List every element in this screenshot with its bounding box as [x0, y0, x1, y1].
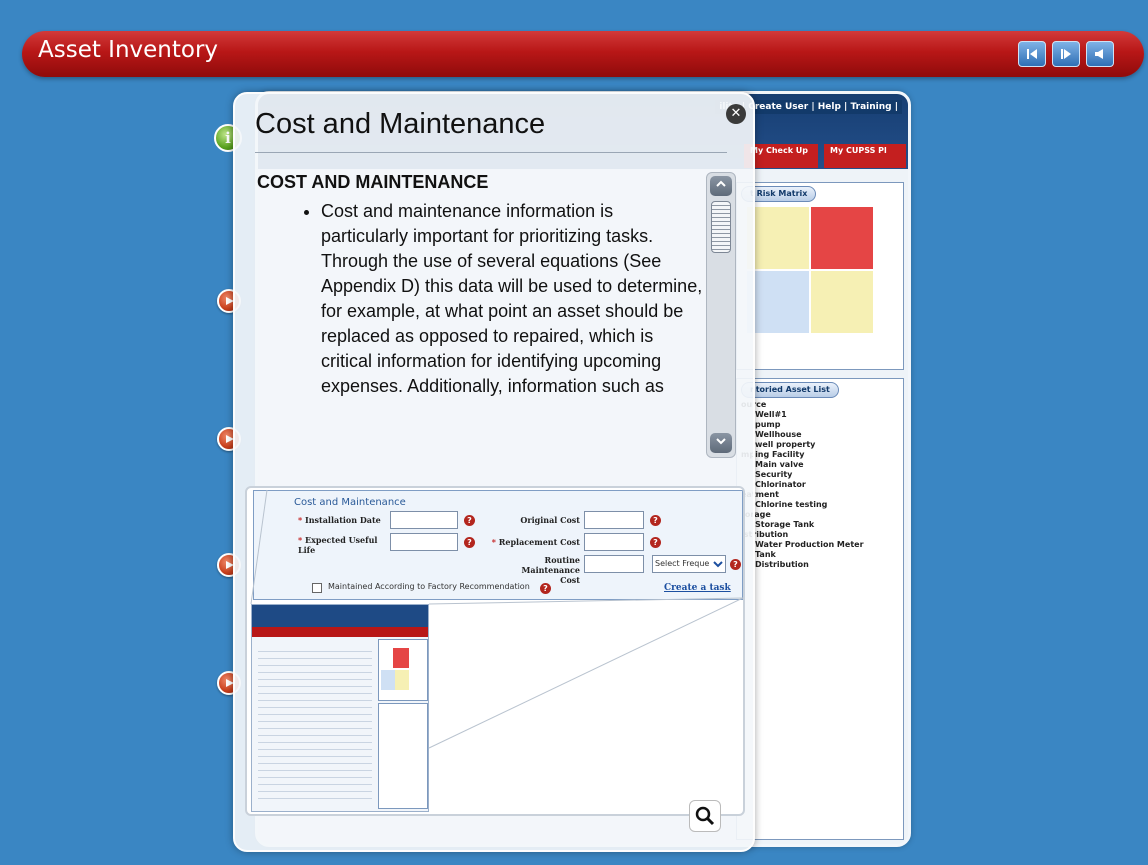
magnifier-icon: [695, 806, 715, 826]
inventory-tree-item[interactable]: Tank: [741, 550, 864, 560]
audio-button[interactable]: [1086, 41, 1114, 67]
inventory-tree-item[interactable]: ource: [741, 400, 864, 410]
tab-my-check-up[interactable]: My Check Up: [744, 144, 818, 168]
panel-content: COST AND MAINTENANCE Cost and maintenanc…: [257, 172, 705, 442]
magnify-button[interactable]: [689, 800, 721, 832]
inventory-tree-item[interactable]: eatment: [741, 490, 864, 500]
inventory-tree-item[interactable]: istribution: [741, 530, 864, 540]
scroll-up-button[interactable]: [710, 176, 732, 196]
inventory-panel-title: ntoried Asset List: [741, 382, 839, 398]
next-button[interactable]: [1052, 41, 1080, 67]
cost-maintenance-panel: Cost and Maintenance ✕ COST AND MAINTENA…: [233, 92, 755, 852]
matrix-cell-low-low: [747, 271, 809, 333]
close-icon: ✕: [730, 106, 742, 121]
page-title: Asset Inventory: [38, 37, 219, 63]
inventory-tree-item[interactable]: pump: [741, 420, 864, 430]
speaker-icon: [1095, 49, 1103, 59]
matrix-cell-low-high: [747, 207, 809, 269]
panel-title: Cost and Maintenance: [255, 108, 546, 140]
inventory-tree-item[interactable]: Main valve: [741, 460, 864, 470]
inventory-tree-item[interactable]: Distribution: [741, 560, 864, 570]
zoom-guide-lines: [250, 489, 743, 749]
inventory-tree-item[interactable]: torage: [741, 510, 864, 520]
chevron-up-icon: [716, 180, 726, 187]
inventory-tree-item[interactable]: Storage Tank: [741, 520, 864, 530]
inventory-tree-item[interactable]: Chlorinator: [741, 480, 864, 490]
inventory-tree-item[interactable]: Chlorine testing: [741, 500, 864, 510]
matrix-cell-high-high: [811, 207, 873, 269]
title-banner: Asset Inventory: [22, 31, 1144, 77]
tab-my-cupss-plan[interactable]: My CUPSS Pl: [824, 144, 906, 168]
chevron-down-icon: [716, 438, 726, 445]
content-heading: COST AND MAINTENANCE: [257, 172, 489, 192]
inventory-tree-item[interactable]: Security: [741, 470, 864, 480]
next-icon: [1061, 49, 1071, 59]
inventory-tree-item[interactable]: Water Production Meter: [741, 540, 864, 550]
inventory-tree: ourceWell#1pumpWellhousewell propertympi…: [741, 400, 864, 570]
matrix-cell-high-low: [811, 271, 873, 333]
content-bullet: Cost and maintenance information is part…: [321, 199, 705, 399]
inventory-panel: ntoried Asset List ourceWell#1pumpWellho…: [736, 378, 904, 840]
previous-button[interactable]: [1018, 41, 1046, 67]
scroll-thumb[interactable]: [711, 201, 731, 253]
inventory-tree-item[interactable]: mping Facility: [741, 450, 864, 460]
content-scrollbar[interactable]: [706, 172, 736, 458]
title-divider: [255, 152, 727, 153]
content-list: Cost and maintenance information is part…: [257, 199, 705, 399]
scroll-down-button[interactable]: [710, 433, 732, 453]
inventory-tree-item[interactable]: well property: [741, 440, 864, 450]
close-button[interactable]: ✕: [726, 104, 746, 124]
zoomed-screenshot: Cost and Maintenance * Installation Date…: [245, 486, 745, 816]
inventory-tree-item[interactable]: Well#1: [741, 410, 864, 420]
risk-matrix-panel: t Risk Matrix: [736, 182, 904, 370]
inventory-tree-item[interactable]: Wellhouse: [741, 430, 864, 440]
previous-icon: [1027, 49, 1037, 59]
